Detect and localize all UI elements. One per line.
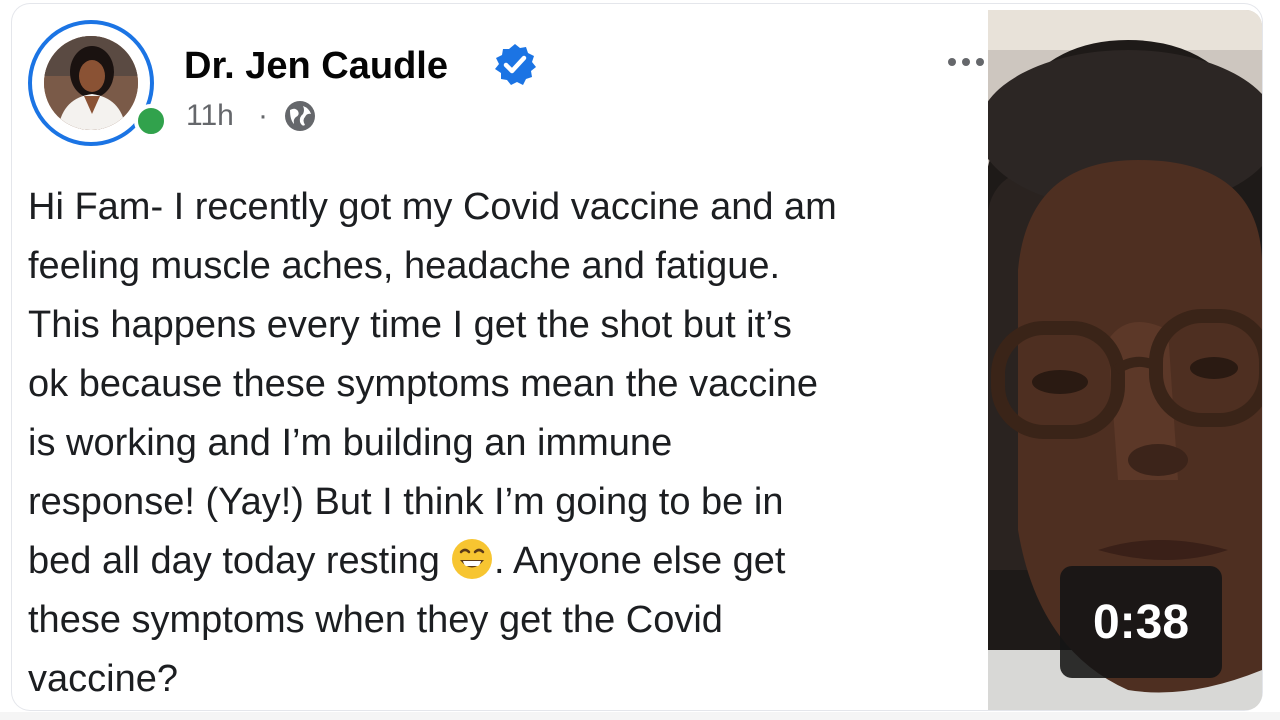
post-text-line: ok because these symptoms mean the vacci… [28,363,818,405]
grinning-face-emoji-icon [451,539,492,579]
meta-separator: · [258,99,268,132]
post-text: Hi Fam- I recently got my Covid vaccine … [28,178,978,709]
author-name[interactable]: Dr. Jen Caudle [184,40,448,92]
verified-badge-icon [495,44,536,85]
video-duration-badge: 0:38 [1060,566,1222,678]
post-text-line: feeling muscle aches, headache and fatig… [28,245,781,287]
avatar-photo [44,36,138,130]
online-status-dot [134,104,168,138]
avatar[interactable] [44,36,138,130]
post-timestamp[interactable]: 11h [186,96,234,136]
post-text-line: response! (Yay!) But I think I’m going t… [28,481,784,523]
post-text-line: is working and I’m building an immune [28,422,673,464]
post-text-line: vaccine? [28,658,178,700]
globe-icon [285,101,315,131]
more-options-icon[interactable] [944,50,988,74]
post-text-segment: . Anyone else get [493,540,786,582]
post-text-line: these symptoms when they get the Covid [28,599,723,641]
post-text-line-with-emoji: bed all day today resting . Anyone else g… [28,532,978,591]
post-text-line: This happens every time I get the shot b… [28,304,792,346]
frame-bottom-strip [0,712,1280,720]
post-text-line: Hi Fam- I recently got my Covid vaccine … [28,186,837,228]
post-text-segment: bed all day today resting [28,540,440,582]
